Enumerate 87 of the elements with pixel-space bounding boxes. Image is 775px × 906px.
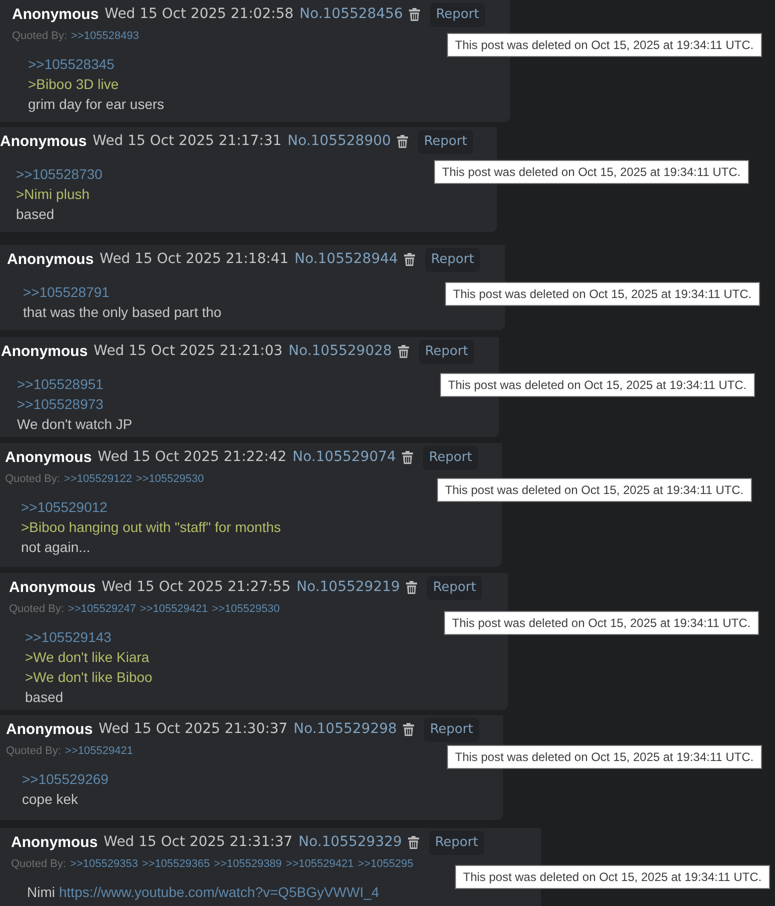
report-button[interactable]: Report — [424, 718, 480, 742]
quoted-by-label: Quoted By: — [11, 856, 66, 872]
reply-link[interactable]: >>105529353 — [70, 856, 138, 872]
quoted-by-label: Quoted By: — [12, 28, 68, 44]
quote-link[interactable]: >>105528791 — [23, 282, 110, 302]
greentext-line: >We don't like Kiara — [25, 648, 150, 667]
deleted-tooltip: This post was deleted on Oct 15, 2025 at 19:34:11 UTC. — [437, 478, 752, 502]
deleted-tooltip: This post was deleted on Oct 15, 2025 at 19:34:11 UTC. — [440, 373, 755, 397]
post-text: not again... — [21, 538, 90, 557]
quoted-by-label: Quoted By: — [6, 744, 62, 758]
report-button[interactable]: Report — [418, 130, 474, 154]
poster-name: Anonymous — [6, 720, 93, 740]
poster-name: Anonymous — [0, 132, 87, 152]
post-number[interactable]: No.105529298 — [294, 719, 397, 740]
trash-icon[interactable] — [404, 253, 415, 266]
post-number[interactable]: No.105529074 — [292, 447, 396, 468]
quoted-by-label: Quoted By: — [9, 602, 64, 616]
reply-link[interactable]: >>105529530 — [212, 600, 280, 617]
reply-link[interactable]: >>105528493 — [71, 28, 139, 44]
poster-name: Anonymous — [12, 4, 99, 24]
reply-link[interactable]: >>105529247 — [68, 600, 136, 617]
quote-link[interactable]: >>105528730 — [16, 164, 102, 184]
post-number[interactable]: No.105528900 — [288, 131, 391, 152]
poster-name: Anonymous — [9, 578, 96, 598]
post-date: Wed 15 Oct 2025 21:22:42 — [98, 448, 287, 468]
deleted-tooltip: This post was deleted on Oct 15, 2025 at 19:34:11 UTC. — [455, 865, 770, 889]
reply-link[interactable]: >>105529389 — [214, 856, 282, 872]
post-date: Wed 15 Oct 2025 21:18:41 — [100, 250, 289, 270]
greentext-line: >Biboo 3D live — [28, 75, 119, 94]
quote-link[interactable]: >>105528951 — [17, 374, 104, 394]
report-button[interactable]: Report — [430, 3, 486, 26]
post-number[interactable]: No.105528944 — [294, 249, 398, 270]
post-text: based — [25, 688, 64, 707]
quote-link[interactable]: >>105529143 — [25, 627, 112, 647]
post-text: grim day for ear users — [28, 95, 164, 114]
trash-icon[interactable] — [398, 345, 409, 358]
poster-name: Anonymous — [1, 342, 88, 362]
post-date: Wed 15 Oct 2025 21:21:03 — [94, 342, 283, 362]
poster-name: Anonymous — [5, 448, 92, 468]
quote-link[interactable]: >>105528345 — [28, 54, 114, 74]
deleted-tooltip: This post was deleted on Oct 15, 2025 at 19:34:11 UTC. — [447, 33, 762, 57]
post-date: Wed 15 Oct 2025 21:17:31 — [92, 132, 282, 152]
deleted-tooltip: This post was deleted on Oct 15, 2025 at 19:34:11 UTC. — [447, 745, 762, 769]
quoted-by-label: Quoted By: — [5, 472, 60, 486]
report-button[interactable]: Report — [422, 446, 478, 470]
trash-icon[interactable] — [402, 723, 414, 736]
post-date: Wed 15 Oct 2025 21:31:37 — [104, 833, 293, 852]
trash-icon[interactable] — [406, 581, 417, 594]
report-button[interactable]: Report — [426, 576, 482, 600]
trash-icon[interactable] — [396, 135, 408, 148]
trash-icon[interactable] — [408, 8, 420, 22]
post-number[interactable]: No.105529219 — [296, 577, 400, 598]
deleted-tooltip: This post was deleted on Oct 15, 2025 at 19:34:11 UTC. — [445, 282, 760, 306]
deleted-tooltip: This post was deleted on Oct 15, 2025 at 19:34:11 UTC. — [444, 611, 759, 635]
deleted-tooltip: This post was deleted on Oct 15, 2025 at 19:34:11 UTC. — [434, 160, 749, 184]
quote-link[interactable]: >>105528973 — [17, 394, 104, 414]
poster-name: Anonymous — [7, 250, 94, 270]
greentext-line: >Biboo hanging out with "staff" for months — [21, 518, 281, 537]
post-text: Nimi — [27, 883, 55, 902]
post-number[interactable]: No.105529028 — [288, 341, 392, 362]
report-button[interactable]: Report — [428, 831, 484, 854]
post-text: cope kek — [22, 790, 78, 809]
post-text: based — [16, 204, 54, 224]
post-number[interactable]: No.105528456 — [300, 4, 403, 26]
report-button[interactable]: Report — [418, 340, 474, 364]
post-date: Wed 15 Oct 2025 21:30:37 — [98, 720, 288, 740]
quote-link[interactable]: >>105529269 — [22, 769, 108, 789]
post-date: Wed 15 Oct 2025 21:27:55 — [102, 578, 291, 598]
trash-icon[interactable] — [402, 451, 413, 464]
poster-name: Anonymous — [11, 832, 98, 852]
greentext-line: >Nimi plush — [16, 184, 90, 204]
post-text: We don't watch JP — [17, 414, 132, 434]
reply-link[interactable]: >>105529421 — [140, 600, 208, 617]
reply-link[interactable]: >>105529122 — [64, 470, 132, 487]
reply-link[interactable]: >>105529530 — [136, 470, 204, 487]
post-number[interactable]: No.105529329 — [298, 832, 402, 854]
quote-link[interactable]: >>105529012 — [21, 497, 108, 517]
report-button[interactable]: Report — [424, 248, 480, 272]
post-text: that was the only based part tho — [23, 302, 222, 322]
reply-link[interactable]: >>105529365 — [142, 856, 210, 872]
reply-link[interactable]: >>105529421 — [65, 742, 133, 759]
reply-link[interactable]: >>1055295 — [358, 856, 414, 872]
greentext-line: >We don't like Biboo — [25, 668, 152, 687]
trash-icon[interactable] — [408, 836, 419, 850]
url-link[interactable]: https://www.youtube.com/watch?v=Q5BGyVWWI_4 — [59, 882, 380, 902]
post-date: Wed 15 Oct 2025 21:02:58 — [104, 5, 294, 24]
reply-link[interactable]: >>105529421 — [286, 856, 354, 872]
